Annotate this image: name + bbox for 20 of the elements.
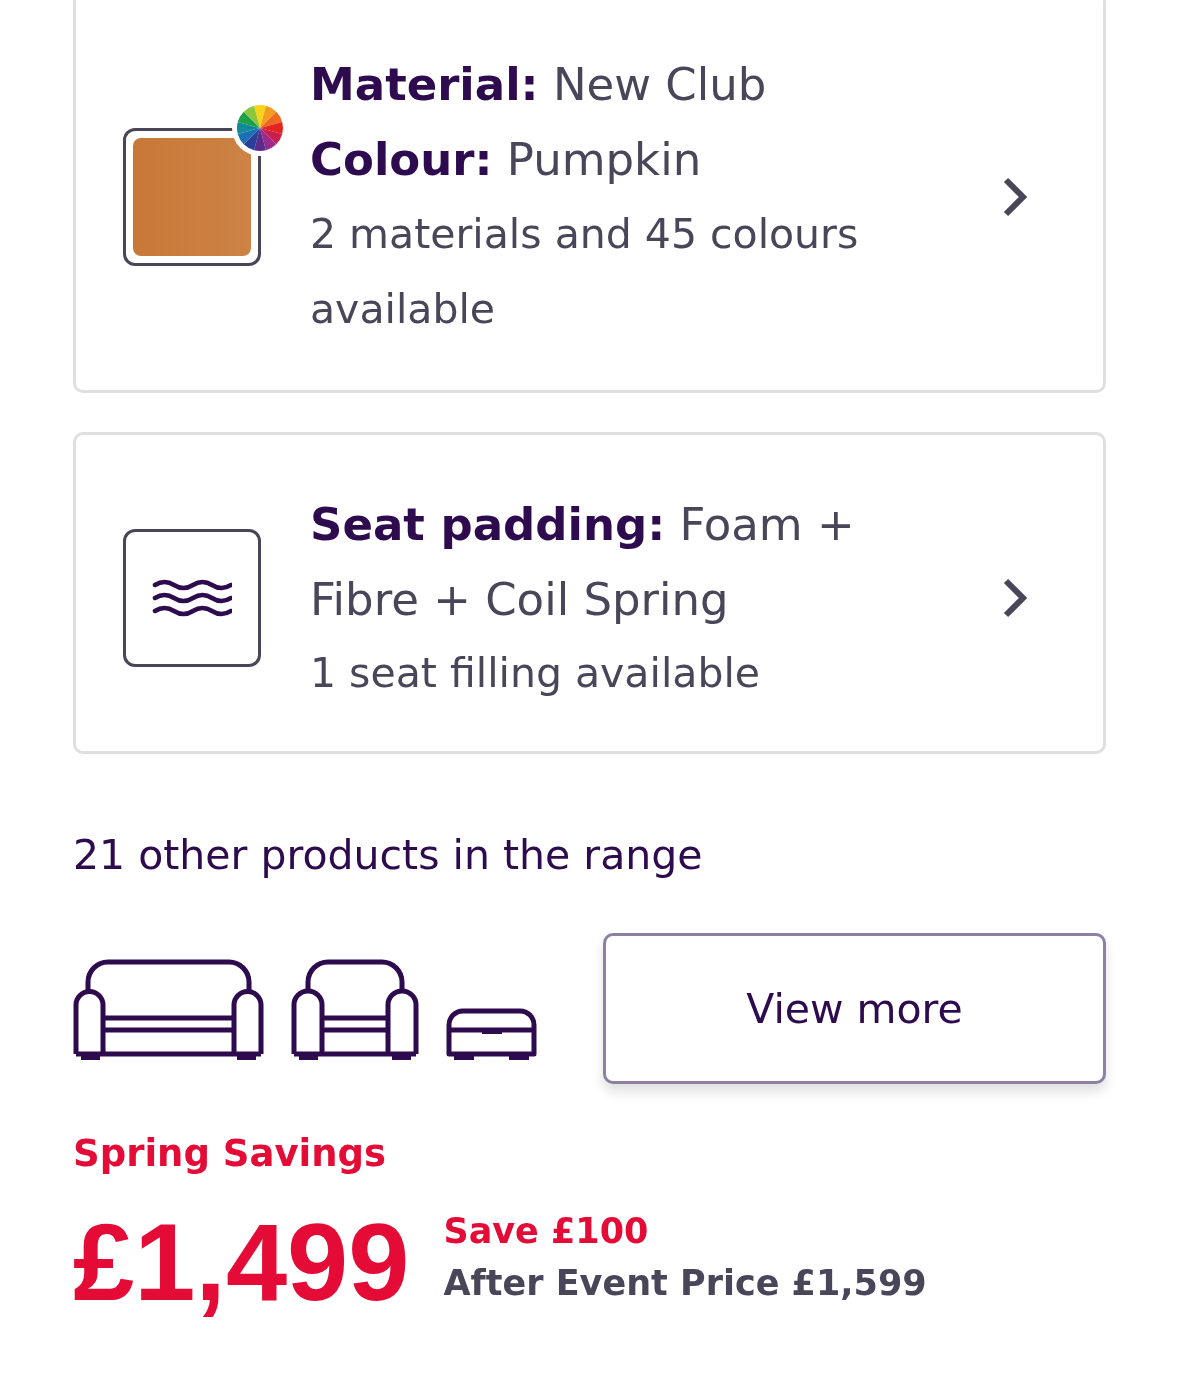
saving-text: Save £100 xyxy=(443,1210,650,1253)
waves-icon xyxy=(123,529,261,667)
view-more-button[interactable]: View more xyxy=(603,933,1106,1084)
footstool-icon xyxy=(446,1007,537,1060)
event-label: Spring Savings xyxy=(73,1132,388,1176)
sofa-icon xyxy=(73,957,264,1060)
option-card[interactable]: Material: New Club Colour: Pumpkin 2 materials and 45 colours available xyxy=(73,0,1106,393)
swatch-icon xyxy=(123,128,261,266)
option-label: Seat padding: Foam + Fibre + Coil Spring xyxy=(310,497,856,628)
availability-text: 1 seat filling available xyxy=(310,648,762,699)
after-event-price: After Event Price £1,599 xyxy=(443,1262,927,1305)
option-label: Material: New Club xyxy=(310,57,768,113)
chevron-right-icon xyxy=(1002,577,1028,619)
range-heading: 21 other products in the range xyxy=(73,831,704,879)
armchair-icon xyxy=(291,957,419,1060)
availability-text: 2 materials and 45 colours available xyxy=(310,209,860,335)
option-card[interactable]: Seat padding: Foam + Fibre + Coil Spring 1 seat filling available xyxy=(73,432,1106,754)
sale-price: £1,499 xyxy=(73,1207,410,1317)
chevron-right-icon xyxy=(1002,176,1028,218)
option-label: Colour: Pumpkin xyxy=(310,132,703,188)
